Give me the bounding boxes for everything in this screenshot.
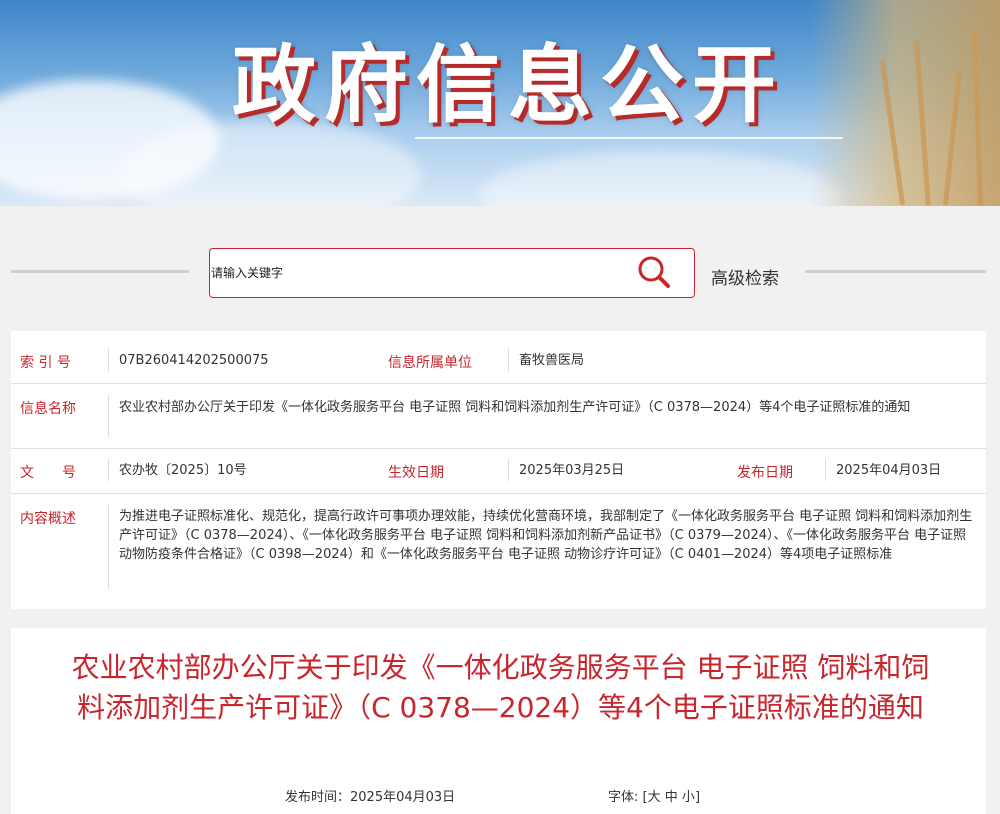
publish-date-value: 2025年04月03日 (836, 463, 942, 478)
banner-wheat (810, 0, 1000, 206)
article-title: 农业农村部办公厅关于印发《一体化政务服务平台 电子证照 饲料和饲料添加剂生产许可… (71, 651, 930, 724)
doc-number-value: 农办牧〔2025〕10号 (119, 463, 247, 478)
column-divider (508, 459, 509, 481)
info-name-value: 农业农村部办公厅关于印发《一体化政务服务平台 电子证照 饲料和饲料添加剂生产许可… (119, 400, 911, 415)
index-label: 索 引 号 (20, 355, 71, 371)
row-divider (11, 448, 986, 449)
doc-number-label: 文 号 (20, 465, 76, 481)
summary-label: 内容概述 (20, 511, 76, 527)
column-divider (508, 349, 509, 371)
search-left-line (11, 270, 189, 273)
effective-date-label: 生效日期 (388, 465, 444, 481)
index-value: 07B260414202500075 (119, 353, 269, 368)
search-box (209, 248, 695, 298)
column-divider (108, 349, 109, 371)
font-small-button[interactable]: 小 (682, 790, 695, 805)
font-size-label: 字体: (608, 790, 639, 805)
summary-value: 为推进电子证照标准化、规范化，提高行政许可事项办理效能，持续优化营商环境，我部制… (119, 509, 973, 562)
publish-time: 发布时间：2025年04月03日 (285, 786, 455, 805)
info-name-label: 信息名称 (20, 401, 76, 417)
font-medium-button[interactable]: 中 (665, 790, 678, 805)
search-input[interactable] (210, 249, 630, 297)
font-large-button[interactable]: 大 (648, 790, 661, 805)
banner-divider (415, 137, 843, 139)
search-area: 高级检索 (0, 206, 1000, 326)
article-panel: 农业农村部办公厅关于印发《一体化政务服务平台 电子证照 饲料和饲料添加剂生产许可… (11, 628, 986, 814)
info-table: 索 引 号 07B260414202500075 信息所属单位 畜牧兽医局 信息… (11, 331, 986, 609)
row-divider (11, 383, 986, 384)
banner-cloud (480, 150, 840, 206)
advanced-search-link[interactable]: 高级检索 (711, 264, 779, 289)
publish-time-value: 2025年04月03日 (350, 790, 456, 805)
unit-label: 信息所属单位 (388, 355, 472, 371)
column-divider (108, 459, 109, 481)
publish-time-label: 发布时间： (285, 790, 351, 805)
column-divider (108, 505, 109, 589)
search-button[interactable] (634, 252, 674, 292)
font-bracket-close: ] (694, 790, 701, 805)
search-icon (638, 256, 670, 288)
column-divider (825, 459, 826, 481)
banner: 政府信息公开 (0, 0, 1000, 206)
column-divider (108, 395, 109, 437)
row-divider (11, 493, 986, 494)
search-right-line (805, 270, 986, 273)
effective-date-value: 2025年03月25日 (519, 463, 625, 478)
font-size-control: 字体: [大 中 小] (608, 786, 700, 805)
unit-value: 畜牧兽医局 (519, 353, 585, 368)
banner-title: 政府信息公开 (232, 36, 785, 134)
publish-date-label: 发布日期 (737, 465, 793, 481)
